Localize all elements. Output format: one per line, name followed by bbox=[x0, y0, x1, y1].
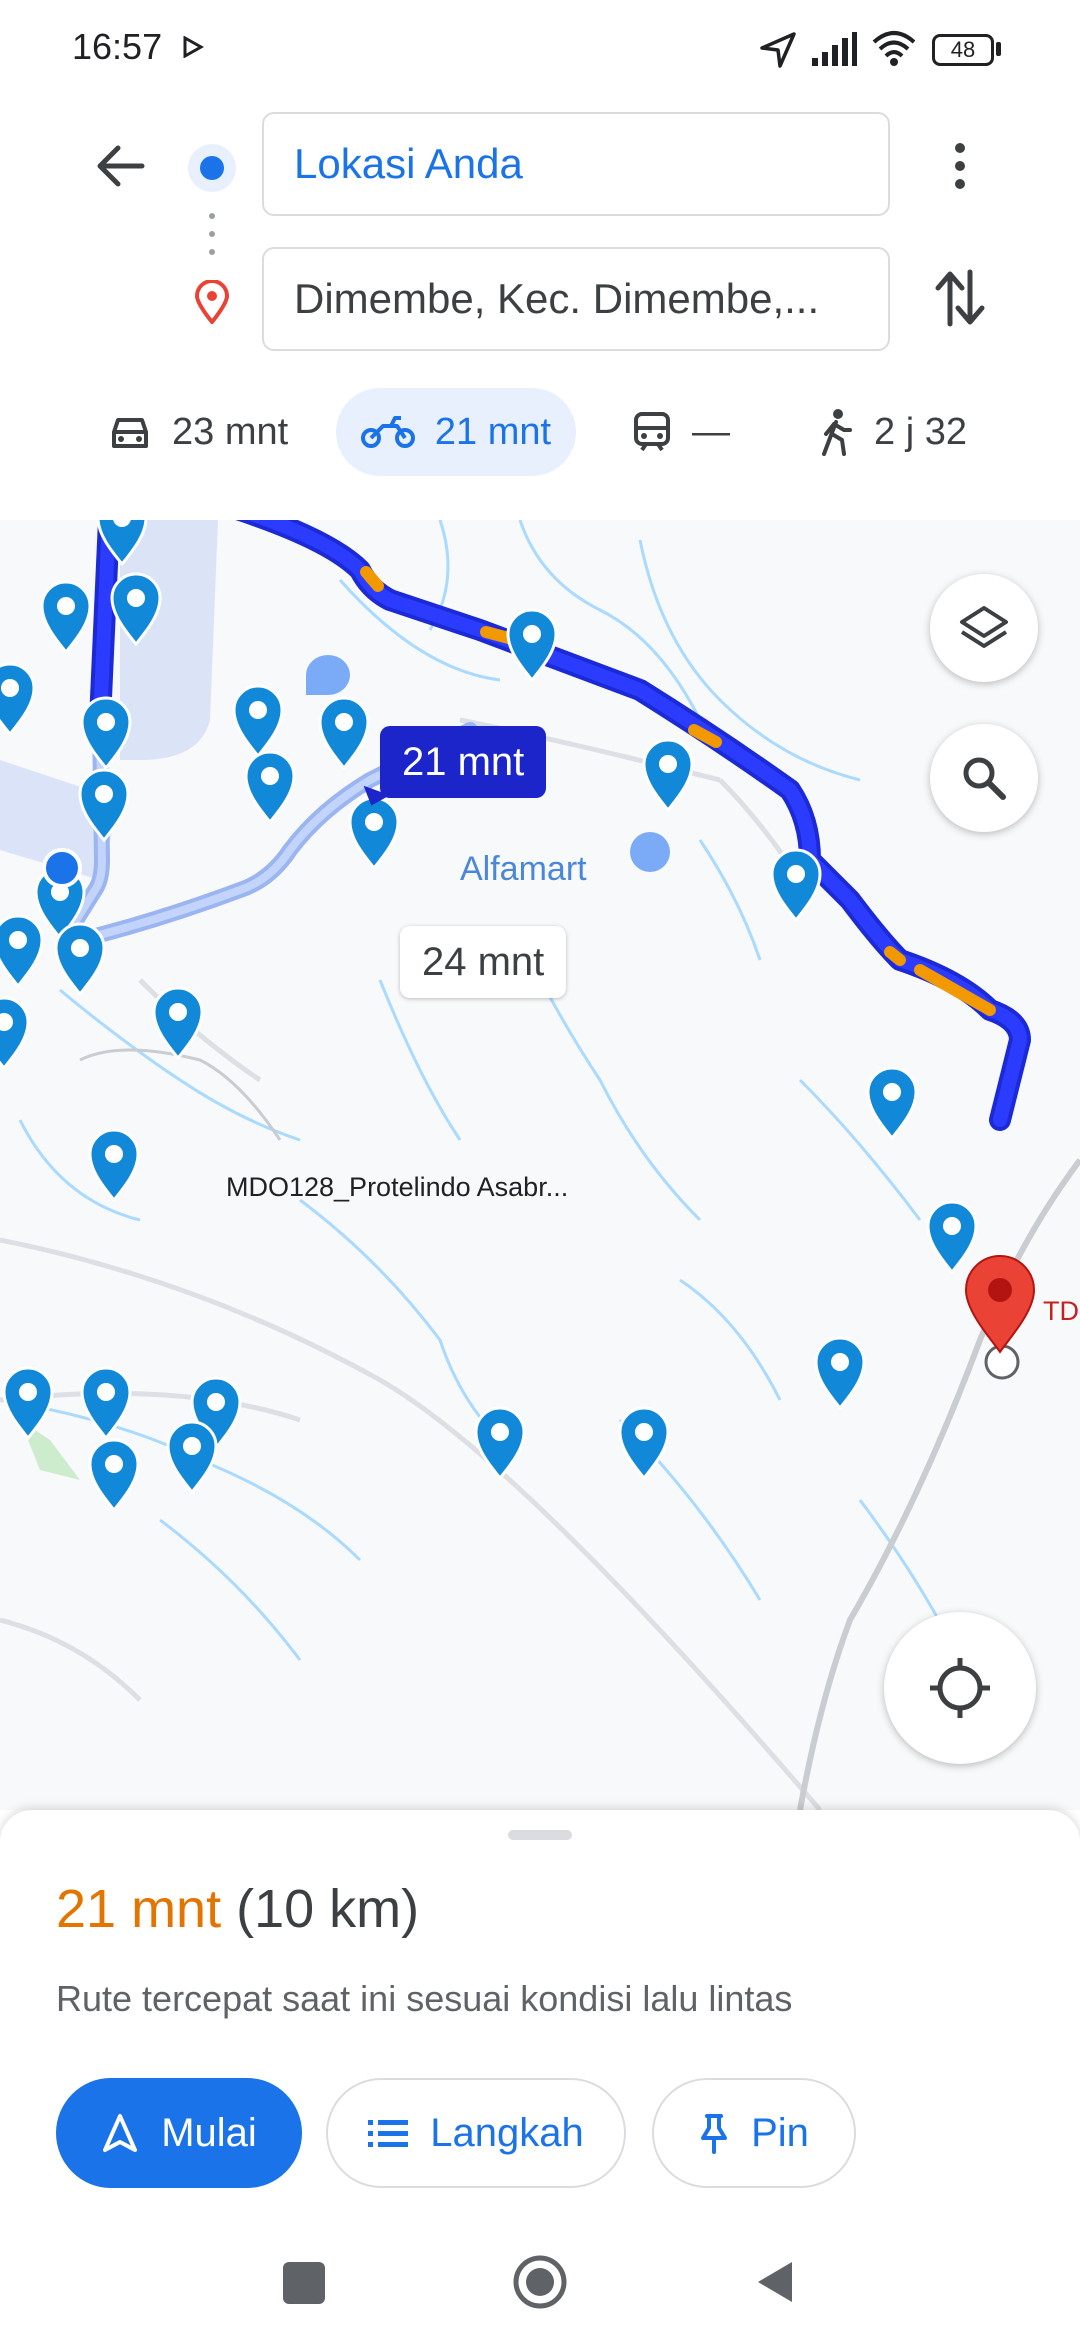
map-pin bbox=[0, 996, 30, 1070]
map-pin bbox=[96, 520, 148, 566]
origin-dot-icon bbox=[188, 144, 236, 192]
alt-route-eta-tag[interactable]: 24 mnt bbox=[400, 926, 567, 998]
layers-icon bbox=[960, 606, 1008, 648]
layers-button[interactable] bbox=[930, 574, 1038, 682]
map-pin bbox=[110, 572, 162, 646]
map-pin bbox=[0, 914, 44, 988]
map-pin bbox=[506, 608, 558, 682]
route-duration: 21 mnt bbox=[56, 1879, 222, 1939]
origin-field[interactable]: Lokasi Anda bbox=[262, 112, 890, 216]
mode-car-label: 23 mnt bbox=[172, 410, 289, 453]
battery-tip bbox=[996, 42, 1001, 56]
map-pin bbox=[618, 1406, 670, 1480]
car-icon bbox=[112, 418, 148, 448]
map-pin bbox=[40, 580, 92, 654]
map-pin bbox=[642, 738, 694, 812]
map-pin bbox=[54, 922, 106, 996]
location-arrow-icon bbox=[760, 32, 796, 68]
map-pin bbox=[474, 1406, 526, 1480]
steps-label: Langkah bbox=[430, 2110, 584, 2155]
signal-icon bbox=[812, 32, 857, 66]
pin-label: Pin bbox=[751, 2110, 809, 2155]
mode-motorcycle-label: 21 mnt bbox=[434, 410, 552, 453]
back-arrow-icon[interactable] bbox=[92, 138, 148, 194]
mode-transit-label: — bbox=[692, 410, 730, 453]
map-pin bbox=[88, 1128, 140, 1202]
swap-icon[interactable] bbox=[932, 268, 988, 328]
map-pin bbox=[770, 848, 822, 922]
status-time: 16:57 bbox=[72, 26, 163, 67]
wifi-icon bbox=[872, 31, 916, 66]
list-icon bbox=[368, 2120, 409, 2147]
back-button[interactable] bbox=[754, 2258, 796, 2306]
my-location-button[interactable] bbox=[884, 1612, 1036, 1764]
train-icon bbox=[634, 412, 670, 452]
pin-button[interactable]: Pin bbox=[652, 2078, 856, 2188]
battery-icon: 48 bbox=[932, 34, 994, 66]
map-pin bbox=[88, 1438, 140, 1512]
mode-walk-label: 2 j 32 bbox=[874, 410, 967, 453]
system-nav-bar bbox=[0, 2230, 1080, 2340]
route-description: Rute tercepat saat ini sesuai kondisi la… bbox=[56, 1978, 793, 2019]
poi-tower-label[interactable]: MDO128_Protelindo Asabr... bbox=[226, 1172, 568, 1203]
map-pin bbox=[318, 696, 370, 770]
motorcycle-icon bbox=[360, 416, 415, 448]
navigation-arrow-icon bbox=[103, 2114, 138, 2152]
start-label: Mulai bbox=[161, 2110, 257, 2155]
map-pin bbox=[152, 986, 204, 1060]
route-dots bbox=[209, 213, 215, 255]
map-pin bbox=[814, 1336, 866, 1410]
sheet-handle[interactable] bbox=[508, 1830, 572, 1840]
route-summary: 21 mnt (10 km) bbox=[56, 1878, 419, 1940]
home-button[interactable] bbox=[512, 2254, 568, 2310]
recent-apps-button[interactable] bbox=[283, 2262, 325, 2304]
more-options-icon[interactable] bbox=[950, 138, 970, 194]
destination-marker bbox=[964, 1255, 1036, 1354]
status-bar: 16:57 48 bbox=[0, 0, 1080, 100]
mode-car[interactable]: 23 mnt bbox=[108, 388, 288, 476]
map-pin bbox=[244, 750, 296, 824]
mode-walk[interactable]: 2 j 32 bbox=[818, 388, 967, 476]
map-pin bbox=[2, 1366, 54, 1440]
map-pin bbox=[80, 696, 132, 770]
map-pin bbox=[866, 1066, 918, 1140]
shop-icon bbox=[306, 655, 350, 695]
map-view[interactable]: Alfamart MDO128_Protelindo Asabr... TD 2… bbox=[0, 520, 1080, 1810]
pin-layer bbox=[0, 520, 1036, 1512]
steps-button[interactable]: Langkah bbox=[326, 2078, 626, 2188]
play-icon bbox=[183, 36, 204, 58]
route-distance: (10 km) bbox=[236, 1879, 420, 1939]
search-icon bbox=[963, 757, 1006, 800]
map-pin bbox=[78, 768, 130, 842]
search-button[interactable] bbox=[930, 724, 1038, 832]
pin-icon bbox=[701, 2114, 728, 2154]
walk-icon bbox=[822, 409, 852, 456]
map-pin bbox=[926, 1200, 978, 1274]
map-pin bbox=[0, 662, 36, 736]
map-pin bbox=[232, 684, 284, 758]
crosshair-icon bbox=[930, 1658, 990, 1718]
start-button[interactable]: Mulai bbox=[56, 2078, 302, 2188]
destination-label: TD bbox=[1043, 1296, 1079, 1326]
destination-pin-icon bbox=[194, 280, 230, 324]
destination-field[interactable]: Dimembe, Kec. Dimembe,... bbox=[262, 247, 890, 351]
mode-transit[interactable]: — bbox=[632, 388, 730, 476]
poi-alfamart-label[interactable]: Alfamart bbox=[460, 850, 587, 889]
map-pin bbox=[348, 796, 400, 870]
current-location-dot bbox=[42, 848, 82, 888]
map-pin bbox=[80, 1366, 132, 1440]
poi-shop-icon bbox=[630, 832, 670, 872]
route-eta-tag[interactable]: 21 mnt bbox=[380, 726, 547, 798]
map-pin bbox=[166, 1420, 218, 1494]
mode-motorcycle[interactable]: 21 mnt bbox=[336, 388, 576, 476]
